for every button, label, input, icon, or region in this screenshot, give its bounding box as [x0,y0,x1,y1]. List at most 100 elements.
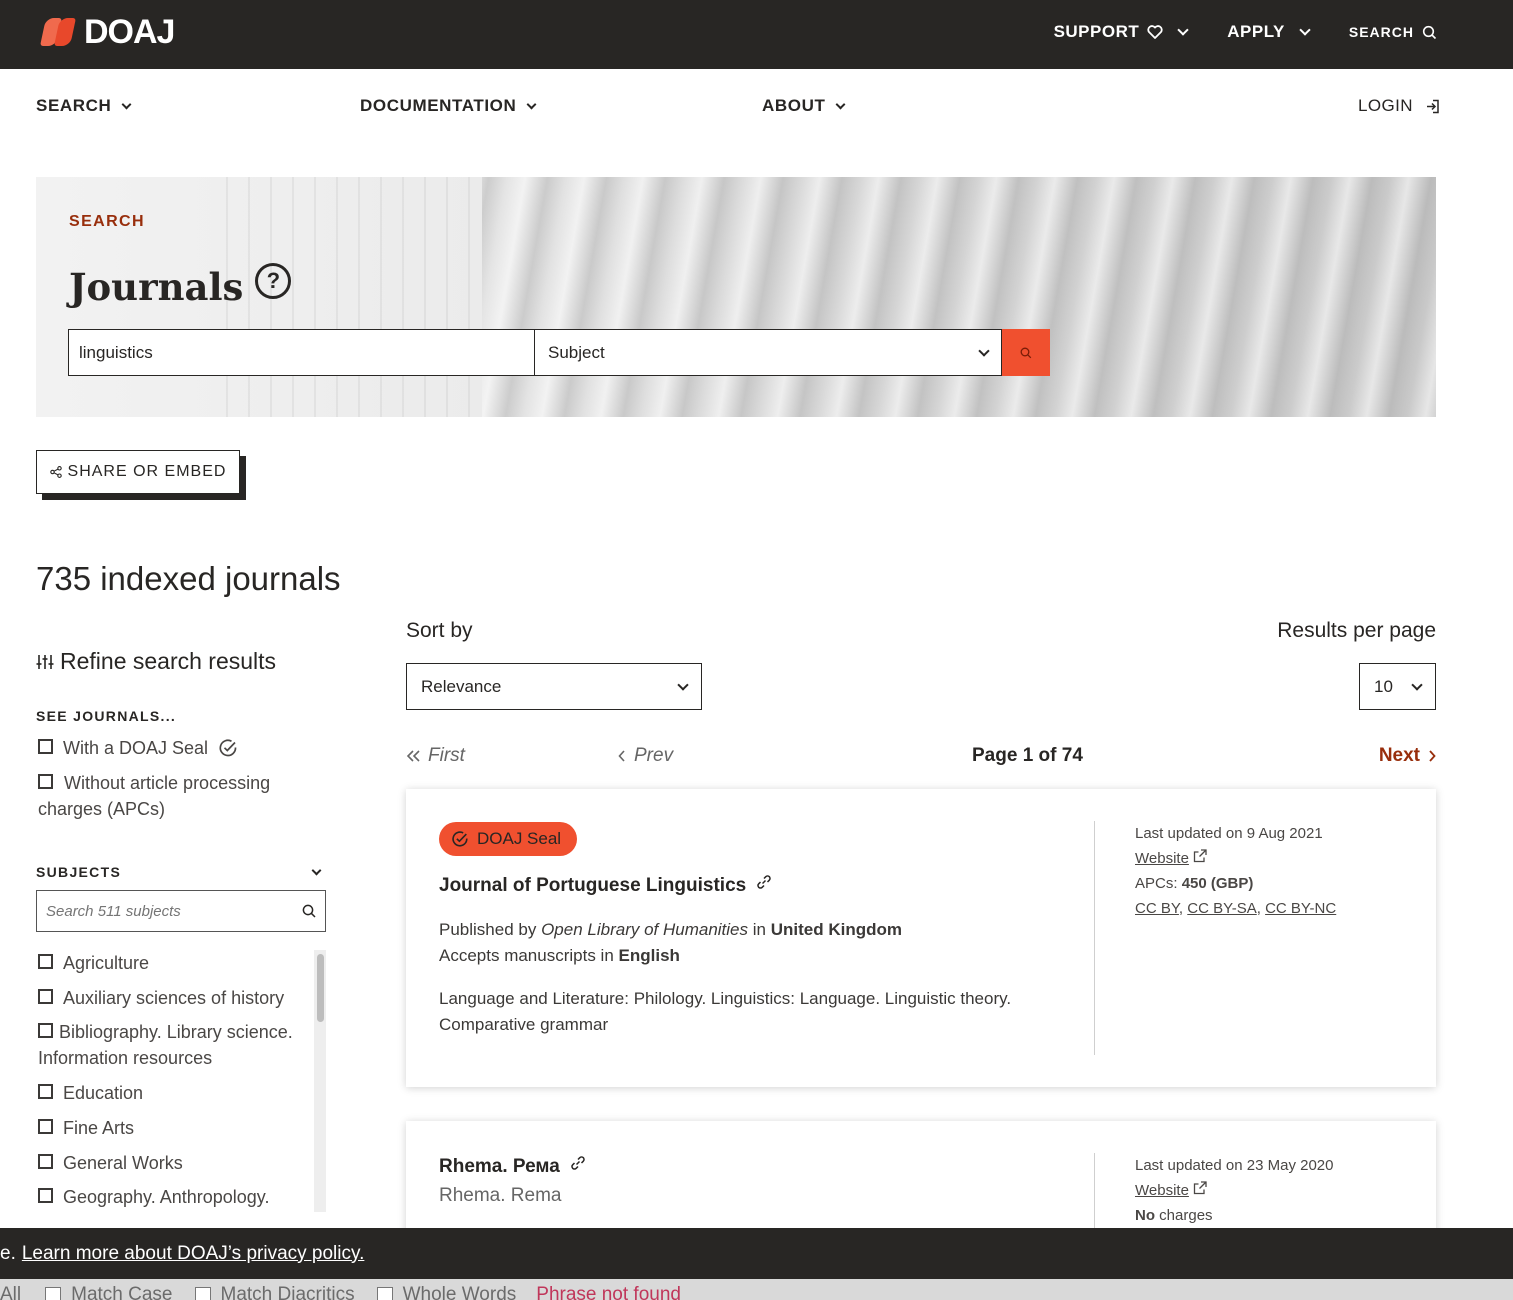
subject-item[interactable]: Education [38,1080,143,1106]
journal-language-line: Accepts manuscripts in English [439,946,680,965]
subjects-scrollbar[interactable] [314,950,326,1212]
search-icon[interactable] [302,904,316,918]
subject-item[interactable]: Fine Arts [38,1115,134,1141]
checkbox[interactable] [38,1084,53,1099]
checkbox[interactable] [38,1154,53,1169]
subject-item[interactable]: General Works [38,1150,183,1176]
nav-about[interactable]: ABOUT [762,96,846,116]
pager-next[interactable]: Next [1379,745,1436,767]
subject-item[interactable]: Bibliography. Library science. Informati… [38,1019,306,1071]
search-form: Subject [68,329,1050,376]
search-field-select[interactable]: Subject [535,329,1002,376]
last-updated: Last updated on 23 May 2020 [1135,1157,1334,1174]
hero-label: SEARCH [69,213,145,230]
doaj-logo[interactable]: DOAJ [40,13,175,51]
checkbox[interactable] [38,989,53,1004]
search-submit-button[interactable] [1002,329,1050,376]
filter-doaj-seal[interactable]: With a DOAJ Seal [38,735,238,761]
results-per-page-label: Results per page [1277,619,1436,642]
nav-search[interactable]: SEARCH [36,96,132,116]
chevron-down-icon [978,344,990,357]
checkbox[interactable] [38,1188,53,1203]
chevron-down-icon [1177,24,1189,36]
journal-card: DOAJ Seal Journal of Portuguese Linguist… [406,789,1436,1087]
license-link[interactable]: CC BY-SA [1187,900,1256,917]
share-embed-button[interactable]: SHARE OR EMBED [36,450,240,494]
privacy-policy-link[interactable]: Learn more about DOAJ’s privacy policy. [22,1243,365,1265]
license-link[interactable]: CC BY-NC [1265,900,1336,917]
page-title: Journals ? [69,263,292,309]
results-per-page-select[interactable]: 10 [1359,663,1436,710]
pager-prev[interactable]: Prev [618,745,673,767]
apc-value: 450 (GBP) [1181,875,1254,892]
subject-item[interactable]: Agriculture [38,950,149,976]
refine-title: Refine search results [60,648,277,674]
checkbox[interactable] [38,1119,53,1134]
subjects-search [36,890,326,932]
journal-alt-title: Rhema. Rema [439,1185,562,1206]
nav-search-label: SEARCH [36,96,112,115]
external-link-icon[interactable] [1193,1181,1207,1195]
sort-value: Relevance [421,676,502,696]
apply-menu[interactable]: APPLY [1227,22,1311,42]
license-link[interactable]: CC BY [1135,900,1179,917]
pager-next-label: Next [1378,745,1420,766]
search-field-value: Subject [548,342,605,362]
logo-mark-icon [40,17,78,47]
login-icon [1426,99,1439,113]
nav-about-label: ABOUT [762,96,826,115]
match-case-checkbox[interactable] [45,1287,62,1300]
nav-documentation[interactable]: DOCUMENTATION [360,96,537,116]
filter-doaj-seal-label: With a DOAJ Seal [63,738,209,758]
checkbox[interactable] [38,1023,53,1038]
chevron-down-icon [526,99,537,109]
support-label: SUPPORT [1053,22,1140,41]
share-icon [49,466,62,478]
top-search-link[interactable]: SEARCH [1349,24,1437,40]
search-icon [1422,25,1437,39]
website-link[interactable]: Website [1135,1182,1189,1199]
seal-check-icon [452,831,468,847]
checkbox[interactable] [38,774,53,789]
checkbox[interactable] [38,954,53,969]
journal-publisher-line: Published by Open Library of Humanities … [439,920,902,939]
nav-login[interactable]: LOGIN [1358,96,1440,116]
link-icon[interactable] [756,874,772,890]
find-bar: All Match Case Match Diacritics Whole Wo… [0,1279,1513,1300]
match-case-label: Match Case [71,1284,173,1300]
whole-words-checkbox[interactable] [376,1287,393,1300]
website-link[interactable]: Website [1135,850,1189,867]
find-highlight-all[interactable]: All [0,1284,21,1300]
filter-no-apc[interactable]: Without article processing charges (APCs… [38,770,308,822]
find-status: Phrase not found [536,1284,681,1300]
checkbox[interactable] [38,739,53,754]
match-diacritics-checkbox[interactable] [194,1287,211,1300]
journal-country: United Kingdom [770,920,902,939]
pager-first[interactable]: First [406,745,465,767]
subject-item[interactable]: Geography. Anthropology. [38,1184,269,1210]
support-menu[interactable]: SUPPORT [1053,22,1189,42]
licenses: CC BY, CC BY-SA, CC BY-NC [1135,900,1337,917]
pager-current-page: Page 1 of 74 [972,745,1083,766]
external-link-icon[interactable] [1193,849,1207,863]
apply-label: APPLY [1227,22,1285,41]
link-icon[interactable] [570,1155,586,1171]
chevron-down-icon [311,865,322,875]
journal-title[interactable]: Rhema. Рема [439,1156,586,1178]
subjects-search-input[interactable] [46,902,286,920]
nav-documentation-label: DOCUMENTATION [360,96,517,115]
chevron-down-icon [677,678,689,691]
scrollbar-thumb[interactable] [317,954,324,1022]
subjects-list: Agriculture Auxiliary sciences of histor… [36,950,326,1212]
sort-select[interactable]: Relevance [406,663,702,710]
seal-check-icon [219,739,237,757]
journal-title[interactable]: Journal of Portuguese Linguistics [439,875,772,897]
help-icon[interactable]: ? [255,263,292,299]
journal-language: English [618,946,680,965]
subjects-header[interactable]: SUBJECTS [36,864,326,880]
refine-header: Refine search results [36,648,276,675]
subject-item[interactable]: Auxiliary sciences of history [38,985,284,1011]
pager-prev-label: Prev [634,745,674,766]
search-input[interactable] [68,329,535,376]
double-chevron-left-icon [406,750,420,762]
